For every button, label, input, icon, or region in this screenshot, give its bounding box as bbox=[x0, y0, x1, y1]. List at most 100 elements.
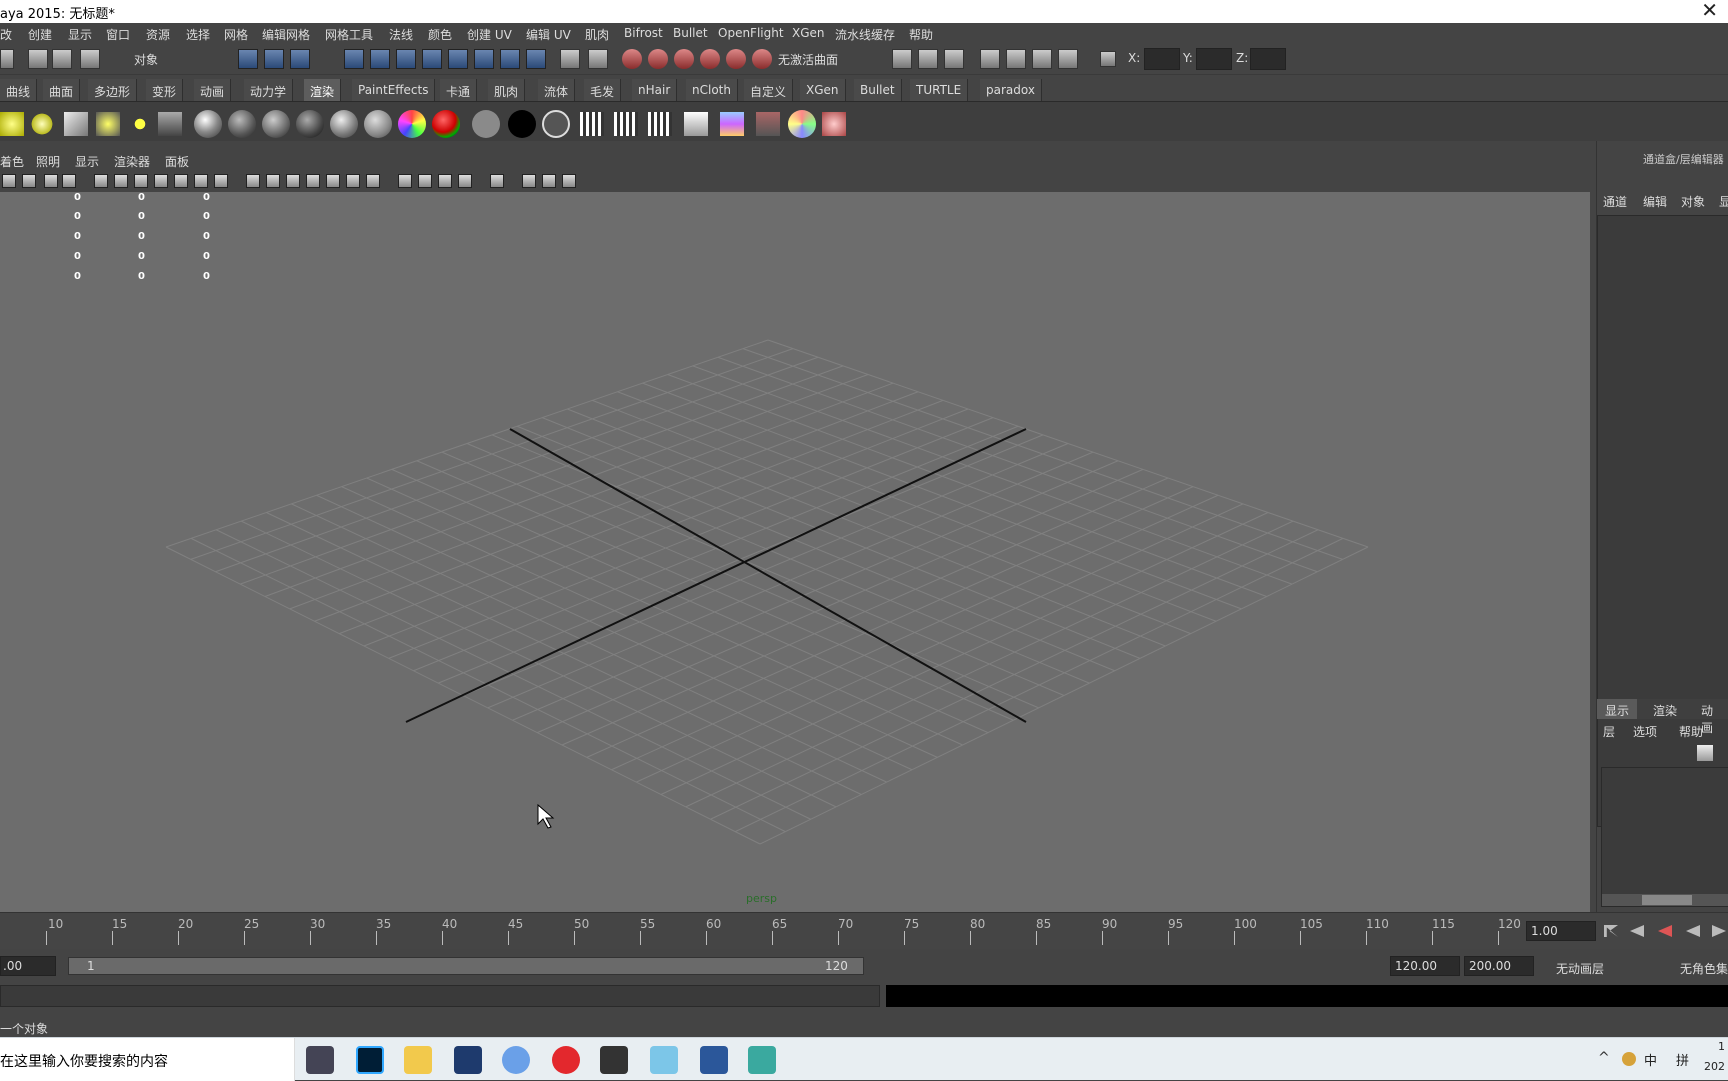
surface-shader-icon[interactable] bbox=[432, 110, 460, 138]
render-clapper-icon[interactable] bbox=[580, 112, 604, 136]
taskbar-search[interactable]: 在这里输入你要搜索的内容 bbox=[0, 1038, 295, 1081]
select-joint-icon[interactable] bbox=[370, 49, 390, 69]
wireframe-icon[interactable] bbox=[246, 174, 260, 188]
spot-light-icon[interactable] bbox=[64, 112, 88, 136]
layered-sphere-icon[interactable] bbox=[364, 110, 392, 138]
max-time-input[interactable]: 200.00 bbox=[1464, 956, 1534, 976]
anim-layer-dropdown[interactable]: 无动画层 bbox=[1556, 960, 1604, 977]
shelf-tab[interactable]: 动画 bbox=[194, 79, 232, 101]
char-set-dropdown[interactable]: 无角色集 bbox=[1680, 960, 1728, 977]
screen-ao-icon[interactable] bbox=[398, 174, 412, 188]
snap-curve-icon[interactable] bbox=[648, 49, 668, 69]
grey-shader-icon[interactable] bbox=[472, 110, 500, 138]
new-layer-icon[interactable] bbox=[1697, 745, 1713, 761]
render-view-icon[interactable] bbox=[980, 49, 1000, 69]
select-handle-icon[interactable] bbox=[344, 49, 364, 69]
menu-item[interactable]: Bullet bbox=[673, 26, 708, 40]
ime-mode-indicator[interactable]: 拼 bbox=[1676, 1050, 1689, 1069]
panel-menu-lighting[interactable]: 照明 bbox=[36, 153, 60, 170]
menu-item[interactable]: 编辑 UV bbox=[526, 26, 571, 43]
phong-sphere-icon[interactable] bbox=[262, 110, 290, 138]
panel-menu-renderer[interactable]: 渲染器 bbox=[114, 153, 150, 170]
menu-item[interactable]: 编辑网格 bbox=[262, 26, 310, 43]
step-back-frame-icon[interactable] bbox=[1658, 925, 1672, 937]
step-back-key-icon[interactable] bbox=[1630, 925, 1644, 937]
scrollbar-thumb[interactable] bbox=[1642, 895, 1692, 905]
lambert-sphere-icon[interactable] bbox=[194, 110, 222, 138]
shelf-tab[interactable]: 流体 bbox=[538, 79, 576, 101]
snap-view-plane-icon[interactable] bbox=[700, 49, 720, 69]
file-explorer-icon[interactable] bbox=[404, 1046, 432, 1074]
menu-set-dropdown[interactable] bbox=[0, 49, 14, 69]
batch-render-icon[interactable] bbox=[648, 112, 672, 136]
menu-item[interactable]: 肌肉 bbox=[585, 26, 609, 43]
wireframe-on-shaded-icon[interactable] bbox=[286, 174, 300, 188]
z-input[interactable] bbox=[1250, 48, 1286, 70]
shadows-icon[interactable] bbox=[366, 174, 380, 188]
menu-item[interactable]: Bifrost bbox=[624, 26, 663, 40]
smooth-shade-icon[interactable] bbox=[266, 174, 280, 188]
ramp-shader-icon[interactable] bbox=[398, 110, 426, 138]
select-dynamics-icon[interactable] bbox=[474, 49, 494, 69]
safe-action-icon[interactable] bbox=[194, 174, 208, 188]
y-input[interactable] bbox=[1196, 48, 1232, 70]
layer-menu-options[interactable]: 选项 bbox=[1633, 723, 1657, 740]
xray-icon[interactable] bbox=[522, 174, 536, 188]
hypershade-icon[interactable] bbox=[720, 112, 744, 136]
menu-item[interactable]: 流水线缓存 bbox=[835, 26, 895, 43]
lock-selection-icon[interactable] bbox=[560, 49, 580, 69]
shelf-tab[interactable]: 自定义 bbox=[744, 79, 794, 101]
light-linking-icon[interactable] bbox=[788, 110, 816, 138]
maya-icon[interactable] bbox=[748, 1046, 776, 1074]
play-forward-icon[interactable] bbox=[1712, 925, 1726, 937]
select-by-object-icon[interactable] bbox=[264, 49, 284, 69]
open-scene-icon[interactable] bbox=[52, 49, 72, 69]
camera-attributes-icon[interactable] bbox=[2, 174, 16, 188]
select-by-component-icon[interactable] bbox=[290, 49, 310, 69]
construction-history-icon[interactable] bbox=[918, 49, 938, 69]
area-light-icon[interactable] bbox=[96, 112, 120, 136]
channel-box-toggle-icon[interactable] bbox=[944, 49, 964, 69]
close-icon[interactable]: ✕ bbox=[1701, 0, 1718, 22]
start-time-input[interactable]: .00 bbox=[0, 956, 56, 976]
shelf-tab[interactable]: TURTLE bbox=[910, 79, 969, 101]
select-by-hierarchy-icon[interactable] bbox=[238, 49, 258, 69]
snap-point-icon[interactable] bbox=[674, 49, 694, 69]
transform-input-icon[interactable] bbox=[1100, 51, 1116, 67]
cb-menu-object[interactable]: 对象 bbox=[1681, 193, 1705, 210]
render-frame-icon[interactable] bbox=[1006, 49, 1026, 69]
resolution-gate-icon[interactable] bbox=[134, 174, 148, 188]
xray-active-icon[interactable] bbox=[542, 174, 556, 188]
isolate-select-icon[interactable] bbox=[490, 174, 504, 188]
paint-brush-icon[interactable] bbox=[822, 112, 846, 136]
app-browser-icon[interactable] bbox=[502, 1046, 530, 1074]
select-mode-dropdown[interactable]: 对象 bbox=[116, 48, 226, 70]
help-question-icon[interactable] bbox=[526, 49, 546, 69]
shelf-tab[interactable]: 多边形 bbox=[88, 79, 138, 101]
two-d-pan-icon[interactable] bbox=[62, 174, 76, 188]
render-settings-icon[interactable] bbox=[1058, 49, 1078, 69]
panel-menu-show[interactable]: 显示 bbox=[75, 153, 99, 170]
history-icon[interactable] bbox=[892, 49, 912, 69]
menu-item[interactable]: 创建 bbox=[28, 26, 52, 43]
netease-music-icon[interactable] bbox=[552, 1046, 580, 1074]
field-chart-icon[interactable] bbox=[174, 174, 188, 188]
cb-menu-show[interactable]: 显 bbox=[1719, 193, 1728, 210]
outline-shader-icon[interactable] bbox=[542, 110, 570, 138]
image-plane-icon[interactable] bbox=[44, 174, 58, 188]
layer-menu-layers[interactable]: 层 bbox=[1603, 723, 1615, 740]
panel-menu-panels[interactable]: 面板 bbox=[165, 153, 189, 170]
shelf-tab[interactable]: 卡通 bbox=[440, 79, 478, 101]
menu-item[interactable]: 网格工具 bbox=[325, 26, 373, 43]
select-curve-icon[interactable] bbox=[396, 49, 416, 69]
safe-title-icon[interactable] bbox=[214, 174, 228, 188]
go-to-start-icon[interactable] bbox=[1604, 925, 1618, 937]
shelf-tab[interactable]: 变形 bbox=[146, 79, 184, 101]
shelf-tab[interactable]: XGen bbox=[800, 79, 846, 101]
xray-joints-icon[interactable] bbox=[562, 174, 576, 188]
ambient-light-icon[interactable] bbox=[158, 112, 182, 136]
shelf-tab[interactable]: 肌肉 bbox=[488, 79, 526, 101]
shelf-tab[interactable]: 动力学 bbox=[244, 79, 294, 101]
select-rendering-icon[interactable] bbox=[500, 49, 520, 69]
use-all-lights-icon[interactable] bbox=[346, 174, 360, 188]
